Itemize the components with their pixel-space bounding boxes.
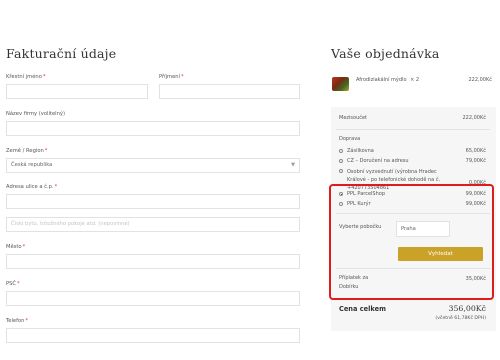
zip-label: PSČ* xyxy=(6,281,20,287)
last-name-label: Příjmení* xyxy=(159,74,184,80)
first-name-label: Křestní jméno* xyxy=(6,74,46,80)
phone-label: Telefon* xyxy=(6,318,28,324)
zip-input[interactable] xyxy=(6,291,300,306)
city-input[interactable] xyxy=(6,254,300,269)
total-label: Cena celkem xyxy=(339,305,386,313)
company-label: Název firmy (volitelný) xyxy=(6,111,65,117)
product-price: 222,00Kč xyxy=(468,77,492,83)
phone-input[interactable] xyxy=(6,328,300,343)
shipping-option-label: Zásilkovna xyxy=(347,148,374,154)
product-name: Afrodiziakální mýdlo × 2 xyxy=(356,77,420,83)
vat-note: (včetně 61,78Kč DPH) xyxy=(435,316,486,321)
first-name-input[interactable] xyxy=(6,84,148,99)
shipping-option-price: 79,00Kč xyxy=(465,158,486,164)
shipping-option-price: 65,00Kč xyxy=(465,148,486,154)
shipping-label: Doprava xyxy=(339,136,361,142)
shipping-option-label: CZ – Doručení na adresu xyxy=(347,158,409,164)
subtotal-label: Mezisoučet xyxy=(339,115,368,121)
address2-placeholder: Číslo bytu, totožného pokoje atd. (nepov… xyxy=(11,221,130,227)
total-value: 356,00Kč xyxy=(448,304,486,313)
chevron-down-icon: ▼ xyxy=(291,162,295,168)
country-value: Česká republika xyxy=(11,162,53,168)
country-label: Země / Region* xyxy=(6,148,48,154)
city-label: Město* xyxy=(6,244,26,250)
billing-title: Fakturační údaje xyxy=(6,46,117,61)
subtotal-value: 222,00Kč xyxy=(462,115,486,121)
address-input[interactable] xyxy=(6,194,300,209)
address2-input[interactable]: Číslo bytu, totožného pokoje atd. (nepov… xyxy=(6,217,300,232)
order-title: Vaše objednávka xyxy=(331,46,440,61)
product-thumbnail xyxy=(332,77,349,91)
address-label: Adresa ulice a č.p.* xyxy=(6,184,58,190)
highlight-frame xyxy=(329,184,494,300)
country-select[interactable]: Česká republika ▼ xyxy=(6,158,300,173)
company-input[interactable] xyxy=(6,121,300,136)
divider xyxy=(336,129,490,130)
last-name-input[interactable] xyxy=(159,84,300,99)
